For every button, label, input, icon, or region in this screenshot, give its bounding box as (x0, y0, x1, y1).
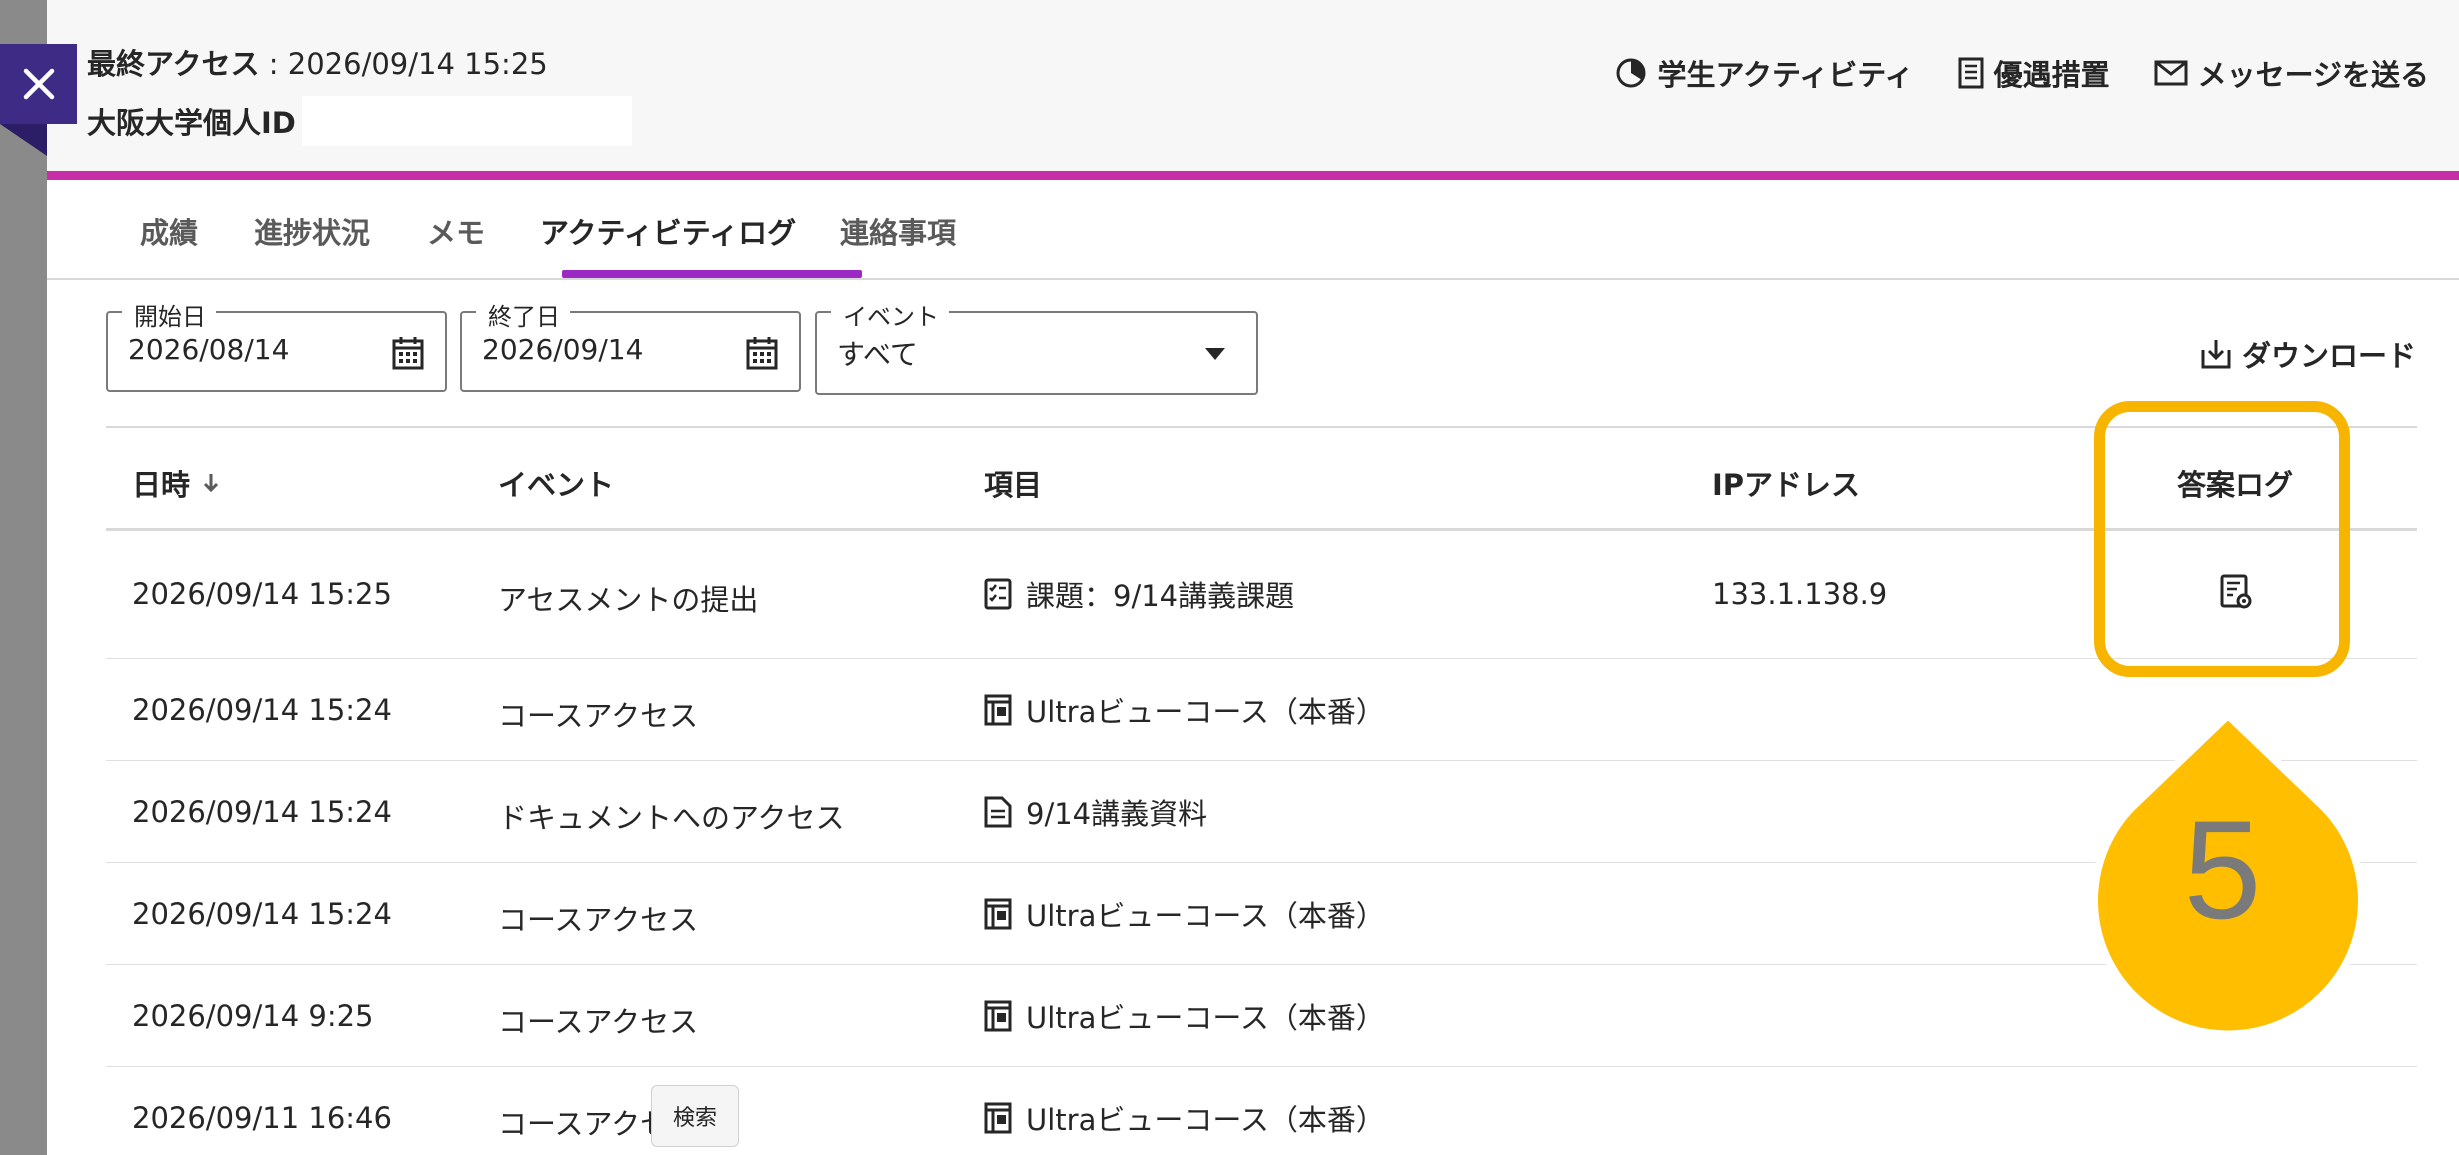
callout-number: 5 (2183, 791, 2262, 948)
left-rail (0, 0, 47, 1155)
row-event: コースアクセス (498, 1005, 699, 1039)
download-icon (2201, 340, 2231, 369)
last-access: 最終アクセス : 2026/09/14 15:25 (87, 44, 548, 84)
student-activity-label: 学生アクティビティ (1657, 58, 1914, 92)
end-date-legend: 終了日 (476, 297, 570, 332)
course-icon (984, 1000, 1012, 1032)
envelope-icon (2154, 60, 2188, 86)
row-ip: 133.1.138.9 (1712, 577, 1888, 611)
course-icon (984, 1102, 1012, 1134)
close-button[interactable] (0, 44, 77, 124)
table-row: 2026/09/14 15:24 コースアクセス Ultraビューコース（本番） (106, 659, 2417, 761)
row-event: ドキュメントへのアクセス (498, 801, 845, 835)
row-date: 2026/09/11 16:46 (132, 1101, 392, 1135)
tab-activity-log[interactable]: アクティビティログ (540, 210, 796, 252)
event-value: すべて (837, 338, 918, 371)
row-date: 2026/09/14 9:25 (132, 999, 374, 1033)
tab-grades[interactable]: 成績 (140, 210, 198, 252)
row-item-link[interactable]: Ultraビューコース（本番） (984, 689, 1385, 731)
uid-row: 大阪大学個人ID (87, 96, 632, 146)
row-item-label: 9/14講義資料 (1026, 797, 1208, 831)
document-icon (984, 796, 1012, 828)
event-legend: イベント (831, 297, 949, 332)
tab-progress[interactable]: 進捗状況 (254, 210, 370, 252)
send-message-button[interactable]: メッセージを送る (2154, 52, 2429, 94)
column-header-ip: IPアドレス (1712, 468, 1861, 502)
row-item-link[interactable]: Ultraビューコース（本番） (984, 893, 1385, 935)
end-date-value: 2026/09/14 (482, 333, 644, 366)
row-event: コースアクセス (498, 699, 699, 733)
send-message-label: メッセージを送る (2197, 58, 2429, 92)
column-header-date-label: 日時 (132, 468, 191, 502)
download-button[interactable]: ダウンロード (2200, 333, 2416, 375)
column-header-date[interactable]: 日時 (132, 462, 220, 504)
uid-value-box (301, 96, 632, 146)
table-row: 2026/09/14 15:24 コースアクセス Ultraビューコース（本番） (106, 863, 2417, 965)
arrow-down-icon (203, 474, 219, 493)
course-icon (984, 694, 1012, 726)
header-accent-bar (47, 171, 2459, 180)
tab-messages[interactable]: 連絡事項 (840, 210, 956, 252)
column-header-item: 項目 (984, 468, 1043, 502)
dropdown-arrow-icon (1205, 348, 1225, 360)
start-date-field[interactable]: 開始日 2026/08/14 (106, 297, 447, 392)
row-date: 2026/09/14 15:25 (132, 577, 392, 611)
table-row: 2026/09/14 15:24 ドキュメントへのアクセス 9/14講義資料 (106, 761, 2417, 863)
tab-notes[interactable]: メモ (427, 210, 485, 252)
table-header: 日時 イベント 項目 IPアドレス 答案ログ (106, 426, 2417, 531)
event-select[interactable]: イベント すべて (815, 297, 1258, 395)
column-header-event: イベント (498, 468, 615, 502)
student-activity-button[interactable]: 学生アクティビティ (1615, 52, 1914, 94)
start-date-legend: 開始日 (122, 297, 216, 332)
row-item-label: Ultraビューコース（本番） (1026, 1103, 1385, 1137)
course-icon (984, 898, 1012, 930)
calendar-icon[interactable] (745, 335, 779, 371)
answer-log-highlight (2094, 401, 2350, 677)
header-actions: 学生アクティビティ 優遇措置 メッセージを送る (1615, 52, 2429, 94)
row-event: コースアクセス (498, 903, 699, 937)
search-tooltip: 検索 (651, 1085, 739, 1147)
tab-bar: 成績 進捗状況 メモ アクティビティログ 連絡事項 (47, 180, 2459, 280)
close-icon (23, 68, 54, 100)
document-list-icon (1958, 57, 1984, 89)
accommodations-label: 優遇措置 (1993, 58, 2110, 92)
calendar-icon[interactable] (391, 335, 425, 371)
end-date-field[interactable]: 終了日 2026/09/14 (460, 297, 801, 392)
row-item-link[interactable]: Ultraビューコース（本番） (984, 995, 1385, 1037)
table-row: 2026/09/14 15:25 アセスメントの提出 課題：9/14講義課題 1… (106, 531, 2417, 659)
row-date: 2026/09/14 15:24 (132, 795, 392, 829)
row-event: アセスメントの提出 (498, 583, 759, 617)
last-access-separator: : (268, 47, 279, 81)
row-item-link[interactable]: 9/14講義資料 (984, 791, 1207, 833)
download-label: ダウンロード (2241, 339, 2416, 373)
assignment-icon (984, 578, 1012, 610)
uid-label: 大阪大学個人ID (87, 106, 296, 140)
close-button-fold (0, 124, 47, 156)
start-date-value: 2026/08/14 (128, 333, 290, 366)
table-row: 2026/09/14 9:25 コースアクセス Ultraビューコース（本番） (106, 965, 2417, 1067)
row-date: 2026/09/14 15:24 (132, 897, 392, 931)
row-event: コースアクセ (498, 1107, 670, 1141)
row-item-label: 課題：9/14講義課題 (1026, 579, 1295, 613)
accommodations-button[interactable]: 優遇措置 (1958, 52, 2110, 94)
row-date: 2026/09/14 15:24 (132, 693, 392, 727)
row-item-label: Ultraビューコース（本番） (1026, 695, 1385, 729)
activity-clock-icon (1616, 58, 1646, 88)
last-access-label: 最終アクセス (87, 47, 260, 81)
table-row: 2026/09/11 16:46 コースアクセ Ultraビューコース（本番） (106, 1067, 2417, 1155)
row-item-link[interactable]: Ultraビューコース（本番） (984, 1097, 1385, 1139)
row-item-label: Ultraビューコース（本番） (1026, 899, 1385, 933)
row-item-link[interactable]: 課題：9/14講義課題 (984, 573, 1294, 615)
last-access-value: 2026/09/14 15:25 (287, 47, 548, 81)
row-item-label: Ultraビューコース（本番） (1026, 1001, 1385, 1035)
active-tab-indicator (562, 270, 862, 278)
